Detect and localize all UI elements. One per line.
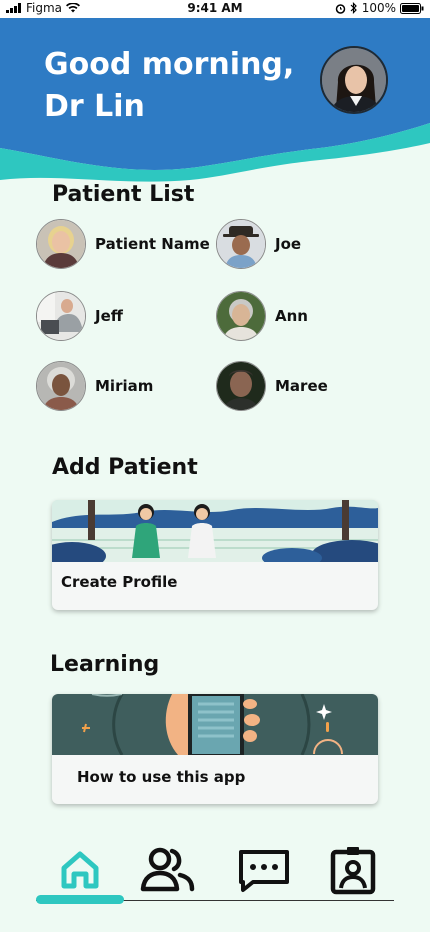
messages-icon	[239, 850, 289, 892]
patient-avatar	[216, 361, 266, 411]
create-profile-label: Create Profile	[61, 573, 178, 591]
phone-illustration	[52, 694, 378, 755]
profile-badge-icon	[330, 847, 376, 895]
signal-icon	[6, 3, 21, 13]
patient-avatar	[36, 219, 86, 269]
wifi-icon	[66, 3, 81, 13]
battery-percent: 100%	[361, 1, 396, 15]
patient-item[interactable]: Joe	[216, 219, 301, 269]
patient-avatar	[36, 291, 86, 341]
doctor-avatar[interactable]	[320, 46, 388, 114]
patient-avatar	[216, 291, 266, 341]
patient-name: Miriam	[95, 377, 154, 395]
alarm-icon	[335, 3, 345, 14]
nav-patients[interactable]	[138, 840, 198, 900]
greeting-heading: Good morning, Dr Lin	[44, 44, 304, 128]
patients-icon	[140, 847, 195, 892]
nav-profile[interactable]	[323, 840, 383, 900]
learning-title: Learning	[50, 652, 160, 677]
patient-item[interactable]: Jeff	[36, 291, 123, 341]
patient-name: Joe	[275, 235, 302, 253]
patient-item[interactable]: Maree	[216, 361, 328, 411]
patient-name: Patient Name	[95, 235, 210, 253]
patient-item[interactable]: Ann	[216, 291, 308, 341]
nav-home[interactable]	[50, 840, 110, 900]
patient-name: Ann	[275, 307, 308, 325]
learning-card-label: How to use this app	[77, 768, 246, 786]
bottom-nav	[0, 830, 430, 910]
patient-item[interactable]: Miriam	[36, 361, 153, 411]
greeting-line: Good morning,	[44, 47, 295, 82]
status-bar: Figma 9:41 AM 100%	[0, 0, 430, 18]
add-patient-title: Add Patient	[52, 455, 198, 480]
battery-icon	[400, 2, 424, 14]
patient-name: Maree	[275, 377, 328, 395]
nav-active-indicator	[36, 895, 124, 904]
bluetooth-icon	[350, 2, 357, 14]
home-icon	[61, 851, 99, 889]
create-profile-card[interactable]: Create Profile	[52, 500, 378, 610]
meditation-illustration	[52, 500, 378, 562]
patient-item[interactable]: Patient Name	[36, 219, 210, 269]
patient-name: Jeff	[95, 307, 123, 325]
nav-messages[interactable]	[233, 840, 293, 900]
patient-avatar	[36, 361, 86, 411]
learning-card[interactable]: How to use this app	[52, 694, 378, 804]
carrier-label: Figma	[26, 1, 63, 15]
patient-avatar	[216, 219, 266, 269]
doctor-name: Dr Lin	[44, 89, 145, 124]
